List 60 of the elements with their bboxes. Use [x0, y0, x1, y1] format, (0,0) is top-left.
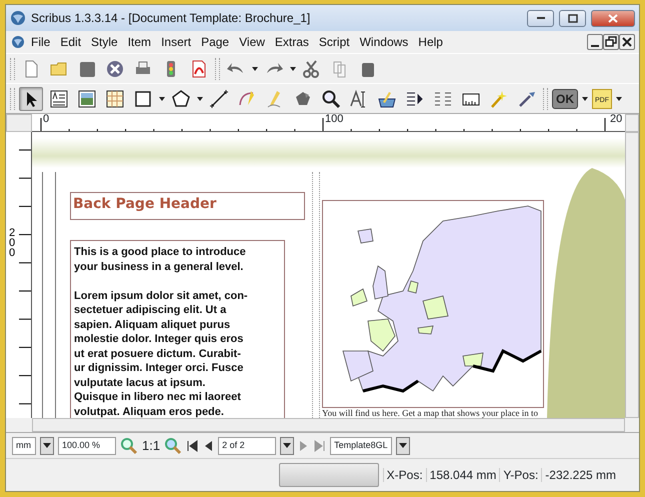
minimize-document-icon — [591, 45, 599, 47]
app-logo-icon — [10, 10, 26, 26]
pointer-icon[interactable] — [19, 86, 43, 110]
ruler-label: 0 — [43, 114, 50, 125]
unit-select[interactable]: mm — [12, 436, 36, 454]
first-page-icon[interactable] — [186, 440, 198, 452]
caret-icon — [43, 443, 51, 448]
page-select[interactable]: 2 of 2 — [218, 436, 276, 454]
y-position-label: Y-Pos: — [499, 468, 542, 482]
menu-item[interactable]: Style — [86, 32, 123, 52]
zoom-out-icon[interactable] — [120, 436, 138, 454]
actual-size-button[interactable]: 1:1 — [142, 436, 160, 456]
menu-item[interactable]: Insert — [156, 32, 196, 52]
dropdown-button[interactable] — [396, 436, 410, 454]
ok-button[interactable]: OK — [552, 88, 578, 108]
menu-item[interactable]: View — [234, 32, 270, 52]
ruler-label: 200 — [9, 228, 16, 258]
menu-item[interactable]: Edit — [55, 32, 86, 52]
close-icon — [606, 12, 620, 24]
caret-icon[interactable] — [159, 96, 165, 100]
page-header: Back Page Header — [70, 192, 305, 220]
menu-item[interactable]: Windows — [354, 32, 414, 52]
menu-item[interactable]: Page — [196, 32, 234, 52]
restore-document-button[interactable] — [603, 34, 619, 50]
paragraph: Lorem ipsum dolor sit amet, con- sectetuer adipiscing elit. Ut a sapien. Aliquam aliquet purus molestie dolor. Integer quis eros ut erat posuere dictum. Curabit- ur dignissim. Integer orci. Fusce vulputate lacus at ipsum. Quisque in libero nec mi laoreet volutpat. Aliquam eros pede. — [74, 288, 249, 418]
caret-icon[interactable] — [252, 66, 258, 70]
vertical-scrollbar[interactable] — [625, 132, 639, 418]
caret-icon[interactable] — [582, 96, 588, 100]
maximize-button[interactable] — [559, 10, 586, 26]
maximize-icon — [566, 12, 580, 24]
caret-icon[interactable] — [197, 96, 203, 100]
horizontal-scrollbar[interactable] — [32, 418, 625, 432]
menu-item[interactable]: Item — [122, 32, 156, 52]
close-button[interactable] — [591, 10, 635, 26]
caret-icon[interactable] — [616, 96, 622, 100]
ruler-label: 20 — [610, 114, 622, 125]
layer-select[interactable]: Template8GL — [330, 436, 392, 454]
x-position-label: X-Pos: — [382, 468, 426, 482]
y-position-value: -232.225 mm — [541, 468, 619, 482]
dropdown-button[interactable] — [280, 436, 294, 454]
window-title: Scribus 1.3.3.14 - [Document Template: Brochure_1] — [31, 10, 312, 27]
menu-item[interactable]: Script — [314, 32, 355, 52]
minimize-document-button[interactable] — [587, 34, 603, 50]
menu-item[interactable]: Help — [413, 32, 448, 52]
zoom-field[interactable]: 100.00 % — [58, 436, 116, 454]
minimize-icon — [536, 17, 544, 19]
restore-document-icon — [604, 35, 618, 49]
menu-item[interactable]: Extras — [270, 32, 314, 52]
close-document-icon — [620, 35, 634, 49]
dropdown-button[interactable] — [40, 436, 54, 454]
caret-icon — [283, 443, 292, 448]
paragraph: This is a good place to introduce your business in a general level. — [74, 245, 247, 274]
x-position-value: 158.044 mm — [426, 468, 500, 482]
caret-icon[interactable] — [290, 66, 296, 70]
menu-item[interactable]: File — [26, 32, 56, 52]
map-caption: You will find us here. Get a map that shows your place in to — [322, 408, 538, 418]
close-document-button[interactable] — [619, 34, 635, 50]
ruler-label: 100 — [325, 114, 344, 125]
caret-icon — [398, 443, 407, 448]
minimize-button[interactable] — [527, 10, 554, 26]
